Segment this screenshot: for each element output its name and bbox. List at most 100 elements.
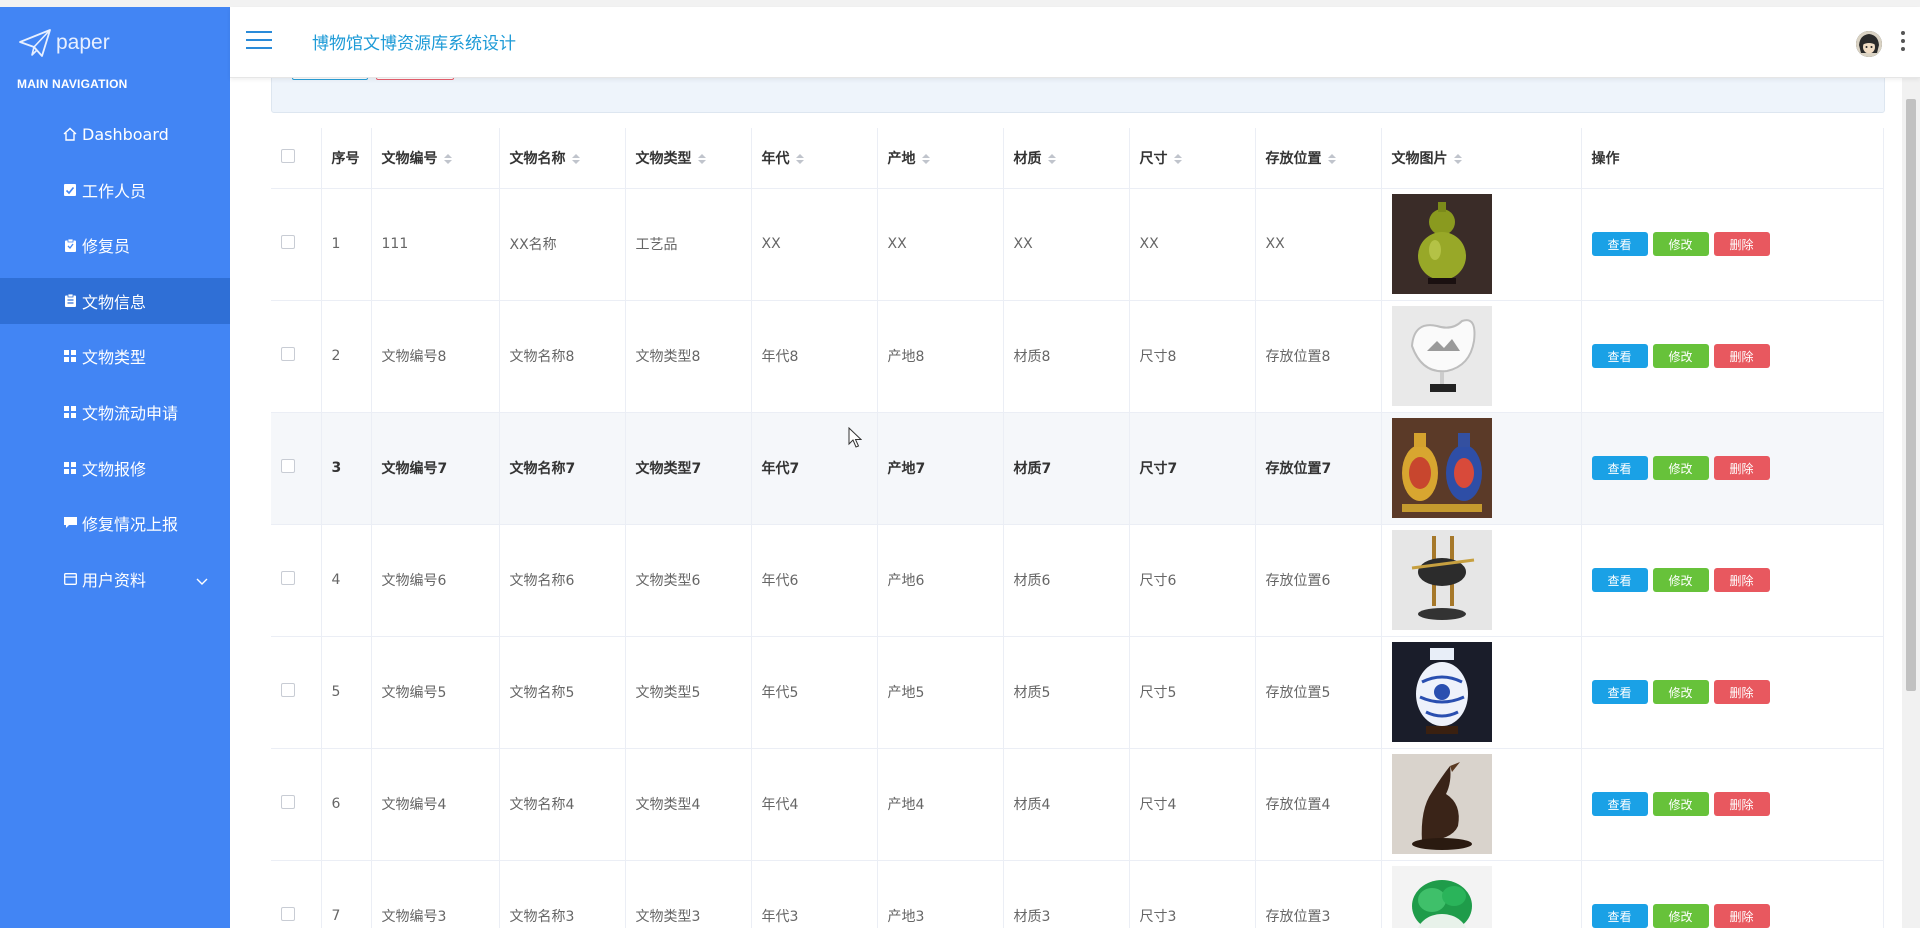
column-header-material[interactable]: 材质 [1003, 128, 1130, 189]
edit-button[interactable]: 修改 [1652, 904, 1709, 928]
row-checkbox[interactable] [281, 683, 295, 697]
sidebar-item-relic-repair[interactable]: 文物报修 [0, 445, 230, 491]
view-button[interactable]: 查看 [1591, 344, 1648, 368]
delete-button[interactable]: 删除 [1713, 344, 1770, 368]
main-navigation: Dashboard 工作人员 修复员 文物信息 文物类型 文物流动申请 文物报修… [0, 111, 265, 611]
column-header-label: 文物名称 [509, 150, 566, 167]
sidebar-item-restorer[interactable]: 修复员 [0, 222, 230, 268]
cell-index: 1 [321, 188, 372, 301]
cell-era: 年代4 [751, 748, 878, 861]
edit-button[interactable]: 修改 [1652, 232, 1709, 256]
view-button[interactable]: 查看 [1591, 792, 1648, 816]
view-button[interactable]: 查看 [1591, 680, 1648, 704]
edit-button[interactable]: 修改 [1652, 792, 1709, 816]
relic-thumbnail[interactable] [1391, 866, 1492, 928]
edit-button[interactable]: 修改 [1652, 344, 1709, 368]
sort-icon[interactable] [1327, 153, 1336, 164]
column-header-name[interactable]: 文物名称 [499, 128, 626, 189]
cell-actions: 查看 修改 删除 [1581, 412, 1884, 525]
paper-plane-icon [19, 29, 51, 57]
sort-icon[interactable] [1173, 153, 1182, 164]
sort-icon[interactable] [795, 153, 804, 164]
cell-origin: XX [877, 188, 1004, 301]
cell-code: 111 [371, 188, 500, 301]
cell-size: 尺寸4 [1129, 748, 1256, 861]
search-toolbar [271, 77, 1885, 113]
sort-icon[interactable] [571, 153, 580, 164]
cell-type: 文物类型5 [625, 636, 752, 749]
brand-logo[interactable]: paper [18, 25, 110, 61]
column-header-type[interactable]: 文物类型 [625, 128, 752, 189]
column-header-location[interactable]: 存放位置 [1255, 128, 1382, 189]
chevron-down-icon[interactable] [196, 571, 208, 590]
relic-thumbnail[interactable] [1391, 530, 1492, 630]
cell-origin: 产地8 [877, 300, 1004, 413]
delete-button[interactable]: 删除 [1713, 568, 1770, 592]
delete-button[interactable]: 删除 [1713, 680, 1770, 704]
cell-material: 材质5 [1003, 636, 1130, 749]
sidebar-item-relic-type[interactable]: 文物类型 [0, 333, 230, 379]
sidebar-item-dashboard[interactable]: Dashboard [0, 111, 230, 157]
table-row[interactable]: 6 文物编号4 文物名称4 文物类型4 年代4 产地4 材质4 尺寸4 存放位置4 查看 修改 删除 [271, 748, 1884, 861]
cell-origin: 产地3 [877, 860, 1004, 928]
cell-index: 5 [321, 636, 372, 749]
row-checkbox[interactable] [281, 459, 295, 473]
row-select-cell [271, 300, 322, 413]
delete-button[interactable]: 删除 [1713, 456, 1770, 480]
cell-location: XX [1255, 188, 1382, 301]
sort-icon[interactable] [1453, 153, 1462, 164]
avatar[interactable] [1856, 31, 1882, 57]
select-all-cell [271, 128, 322, 189]
sort-icon[interactable] [921, 153, 930, 164]
table-row[interactable]: 1 111 XX名称 工艺品 XX XX XX XX XX 查看 修改 删除 [271, 188, 1884, 301]
sidebar-item-relic-info[interactable]: 文物信息 [0, 277, 265, 324]
edit-button[interactable]: 修改 [1652, 456, 1709, 480]
sort-icon[interactable] [697, 153, 706, 164]
delete-button[interactable]: 删除 [1713, 232, 1770, 256]
view-button[interactable]: 查看 [1591, 568, 1648, 592]
row-checkbox[interactable] [281, 571, 295, 585]
row-actions: 查看 修改 删除 [1591, 456, 1873, 480]
sidebar-item-repair-report[interactable]: 修复情况上报 [0, 500, 230, 546]
sidebar-item-user-profile[interactable]: 用户资料 [0, 556, 230, 602]
view-button[interactable]: 查看 [1591, 456, 1648, 480]
view-button[interactable]: 查看 [1591, 904, 1648, 928]
view-button[interactable]: 查看 [1591, 232, 1648, 256]
relic-thumbnail[interactable] [1391, 418, 1492, 518]
table-row[interactable]: 2 文物编号8 文物名称8 文物类型8 年代8 产地8 材质8 尺寸8 存放位置8 查看 修改 删除 [271, 300, 1884, 413]
vertical-scrollbar[interactable] [1902, 77, 1920, 928]
column-header-image[interactable]: 文物图片 [1381, 128, 1582, 189]
column-header-origin[interactable]: 产地 [877, 128, 1004, 189]
edit-button[interactable]: 修改 [1652, 568, 1709, 592]
table-row[interactable]: 5 文物编号5 文物名称5 文物类型5 年代5 产地5 材质5 尺寸5 存放位置5 查看 修改 删除 [271, 636, 1884, 749]
column-header-code[interactable]: 文物编号 [371, 128, 500, 189]
row-checkbox[interactable] [281, 907, 295, 921]
menu-toggle-icon[interactable] [246, 31, 272, 51]
row-checkbox[interactable] [281, 347, 295, 361]
delete-button[interactable]: 删除 [1713, 904, 1770, 928]
sort-icon[interactable] [1047, 153, 1056, 164]
column-header-era[interactable]: 年代 [751, 128, 878, 189]
table-row[interactable]: 7 文物编号3 文物名称3 文物类型3 年代3 产地3 材质3 尺寸3 存放位置3 查看 修改 删除 [271, 860, 1884, 928]
row-actions: 查看 修改 删除 [1591, 568, 1873, 592]
column-header-index: 序号 [321, 128, 372, 189]
cell-size: XX [1129, 188, 1256, 301]
relic-thumbnail[interactable] [1391, 306, 1492, 406]
sidebar-item-relic-flow[interactable]: 文物流动申请 [0, 389, 230, 435]
scrollbar-thumb[interactable] [1906, 99, 1916, 691]
delete-button[interactable]: 删除 [1713, 792, 1770, 816]
sidebar-item-staff[interactable]: 工作人员 [0, 167, 230, 213]
table-row[interactable]: 3 文物编号7 文物名称7 文物类型7 年代7 产地7 材质7 尺寸7 存放位置7 查看 修改 删除 [271, 412, 1884, 525]
edit-button[interactable]: 修改 [1652, 680, 1709, 704]
row-checkbox[interactable] [281, 795, 295, 809]
table-row[interactable]: 4 文物编号6 文物名称6 文物类型6 年代6 产地6 材质6 尺寸6 存放位置6 查看 修改 删除 [271, 524, 1884, 637]
more-options-icon[interactable] [1900, 31, 1906, 51]
column-header-label: 操作 [1591, 150, 1620, 167]
relic-thumbnail[interactable] [1391, 642, 1492, 742]
column-header-size[interactable]: 尺寸 [1129, 128, 1256, 189]
select-all-checkbox[interactable] [281, 148, 295, 163]
sort-icon[interactable] [443, 153, 452, 164]
row-checkbox[interactable] [281, 235, 295, 249]
relic-thumbnail[interactable] [1391, 754, 1492, 854]
relic-thumbnail[interactable] [1391, 194, 1492, 294]
